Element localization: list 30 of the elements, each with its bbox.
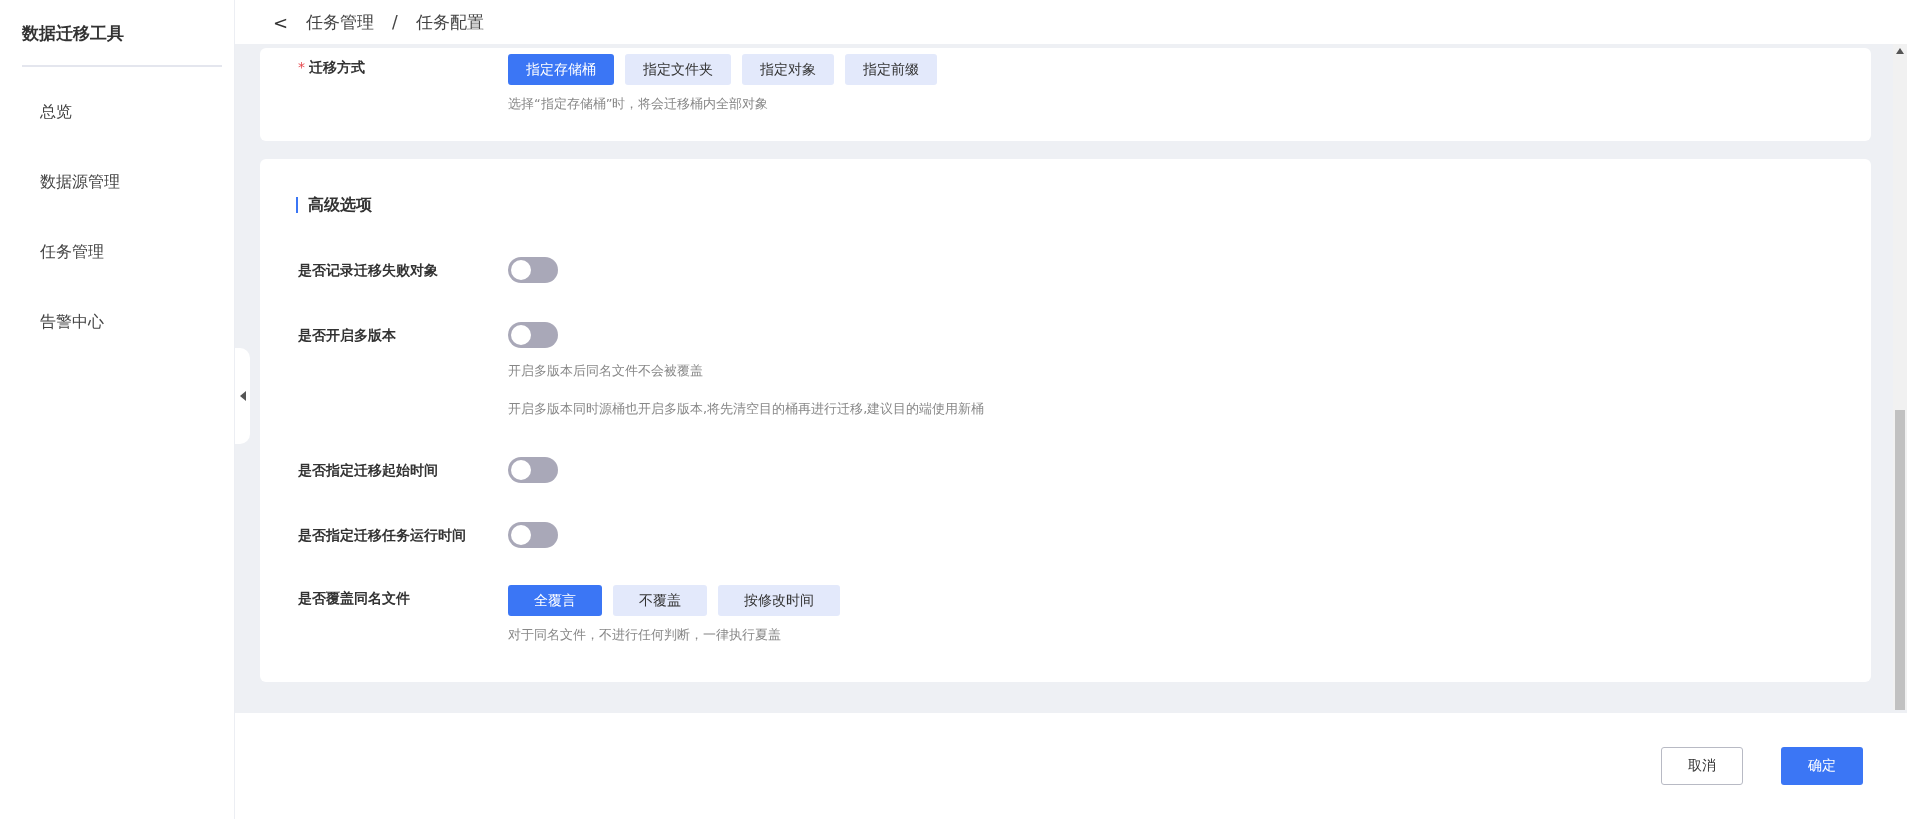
field-label: 是否开启多版本 <box>298 326 396 345</box>
hint-text: 对于同名文件，不进行任何判断，一律执行夏盖 <box>508 626 782 644</box>
option-button[interactable]: 指定存储桶 <box>508 54 614 85</box>
sidebar-item[interactable]: 告警中心 <box>0 287 234 357</box>
sidebar-item[interactable]: 总览 <box>0 77 234 147</box>
field-label: 迁移方式 <box>309 58 365 77</box>
cancel-button[interactable]: 取消 <box>1661 747 1743 785</box>
breadcrumb-item: 任务配置 <box>415 10 484 34</box>
option-button[interactable]: 指定前缀 <box>845 54 937 85</box>
option-button[interactable]: 指定对象 <box>742 54 834 85</box>
option-button[interactable]: 全覆言 <box>508 585 602 616</box>
required-mark: * <box>298 58 305 77</box>
field-label: 是否指定迁移起始时间 <box>298 461 438 480</box>
field-label: 是否覆盖同名文件 <box>298 589 410 608</box>
section-title: 高级选项 <box>296 197 1871 213</box>
back-button[interactable]: < <box>273 11 289 33</box>
breadcrumb-item[interactable]: 任务管理 <box>306 10 375 34</box>
option-button[interactable]: 指定文件夹 <box>625 54 731 85</box>
field-label: 是否记录迁移失败对象 <box>298 261 438 280</box>
sidebar-item[interactable]: 任务管理 <box>0 217 234 287</box>
option-button[interactable]: 按修改时间 <box>718 585 840 616</box>
hint-text: 开启多版本后同名文件不会被覆盖 <box>508 362 704 380</box>
breadcrumb-separator: / <box>392 12 398 32</box>
field-label: 是否指定迁移任务运行时间 <box>298 526 466 545</box>
option-button[interactable]: 不覆盖 <box>613 585 707 616</box>
hint-text: 选择“指定存储桶”时，将会迁移桶内全部对象 <box>508 95 770 113</box>
confirm-button[interactable]: 确定 <box>1781 747 1863 785</box>
app-title: 数据迁移工具 <box>22 0 222 67</box>
hint-text: 开启多版本同时源桶也开启多版本,将先清空目的桶再进行迁移,建议目的端使用新桶 <box>508 400 985 418</box>
sidebar-item[interactable]: 数据源管理 <box>0 147 234 217</box>
